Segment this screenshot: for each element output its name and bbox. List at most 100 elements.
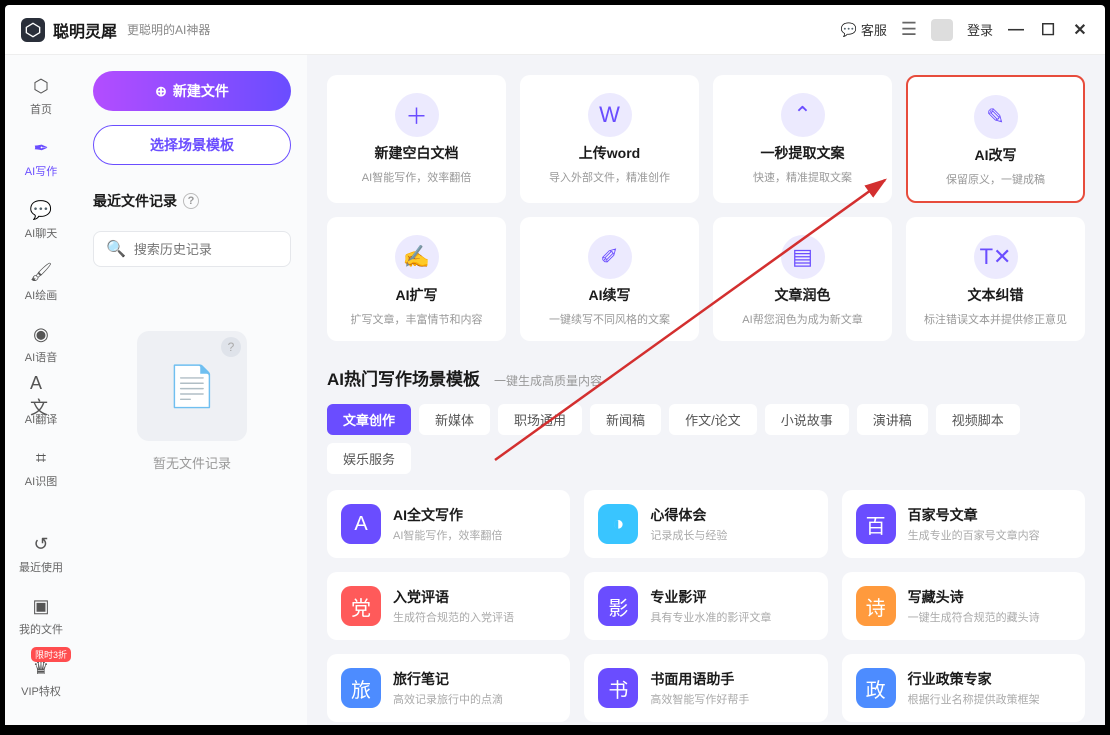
template-desc: 记录成长与经验 bbox=[650, 527, 727, 543]
tagline: 更聪明的AI神器 bbox=[127, 21, 210, 38]
tab-5[interactable]: 小说故事 bbox=[765, 404, 849, 435]
left-panel: ⊕新建文件 选择场景模板 最近文件记录? 🔍 📄? 暂无文件记录 bbox=[77, 55, 307, 725]
recent-title-text: 最近文件记录 bbox=[93, 191, 177, 211]
avatar[interactable] bbox=[931, 19, 953, 41]
sidebar-item-label: AI聊天 bbox=[25, 225, 57, 241]
tab-8[interactable]: 娱乐服务 bbox=[327, 443, 411, 474]
feature-card-2[interactable]: ⌃一秒提取文案快速，精准提取文案 bbox=[713, 75, 892, 203]
template-card-5[interactable]: 诗写藏头诗一键生成符合规范的藏头诗 bbox=[842, 572, 1085, 640]
template-card-6[interactable]: 旅旅行笔记高效记录旅行中的点滴 bbox=[327, 654, 570, 722]
sidebar-item-label: 我的文件 bbox=[19, 621, 63, 637]
sidebar-item-vip[interactable]: 限时3折♛VIP特权 bbox=[13, 653, 69, 703]
feature-title: 上传word bbox=[579, 143, 640, 163]
template-icon: 党 bbox=[341, 586, 381, 626]
template-card-4[interactable]: 影专业影评具有专业水准的影评文章 bbox=[584, 572, 827, 640]
search-input[interactable] bbox=[134, 242, 310, 257]
feature-card-3[interactable]: ✎AI改写保留原义，一键成稿 bbox=[906, 75, 1085, 203]
file-icon: ▣ bbox=[30, 595, 52, 617]
template-card-1[interactable]: ◑心得体会记录成长与经验 bbox=[584, 490, 827, 558]
sidebar-item-vision[interactable]: ⌗ AI识图 bbox=[13, 443, 69, 493]
maximize-button[interactable]: ☐ bbox=[1039, 21, 1057, 39]
chat-icon: 💬 bbox=[30, 199, 52, 221]
sidebar-item-label: AI写作 bbox=[25, 163, 57, 179]
template-title: 行业政策专家 bbox=[908, 669, 1040, 689]
feature-desc: 标注错误文本并提供修正意见 bbox=[924, 311, 1067, 327]
template-title: 书面用语助手 bbox=[650, 669, 749, 689]
login-link[interactable]: 登录 bbox=[967, 20, 993, 39]
feature-icon: ＋ bbox=[395, 93, 439, 137]
tab-2[interactable]: 职场通用 bbox=[498, 404, 582, 435]
feature-title: 文章润色 bbox=[775, 285, 831, 305]
tab-7[interactable]: 视频脚本 bbox=[936, 404, 1020, 435]
titlebar: 聪明灵犀 更聪明的AI神器 💬 客服 ☰ 登录 — ☐ ✕ bbox=[5, 5, 1105, 55]
tab-6[interactable]: 演讲稿 bbox=[857, 404, 928, 435]
empty-state: 📄? 暂无文件记录 bbox=[93, 331, 291, 472]
tab-1[interactable]: 新媒体 bbox=[419, 404, 490, 435]
chat-icon: 💬 bbox=[841, 22, 857, 38]
plus-icon: ⊕ bbox=[155, 83, 167, 100]
sidebar-item-writing[interactable]: ✒AI写作 bbox=[13, 133, 69, 183]
tab-3[interactable]: 新闻稿 bbox=[590, 404, 661, 435]
sidebar-item-label: AI翻译 bbox=[25, 411, 57, 427]
new-file-button[interactable]: ⊕新建文件 bbox=[93, 71, 291, 111]
logo-icon bbox=[21, 18, 45, 42]
hamburger-icon[interactable]: ☰ bbox=[901, 19, 917, 40]
template-icon: 百 bbox=[856, 504, 896, 544]
feature-card-5[interactable]: ✐AI续写一键续写不同风格的文案 bbox=[520, 217, 699, 341]
feature-card-7[interactable]: T✕ 文本纠错标注错误文本并提供修正意见 bbox=[906, 217, 1085, 341]
template-grid: AAI全文写作AI智能写作，效率翻倍◑心得体会记录成长与经验百百家号文章生成专业… bbox=[327, 490, 1085, 722]
template-desc: 高效智能写作好帮手 bbox=[650, 691, 749, 707]
sidebar-item-label: 首页 bbox=[30, 101, 52, 117]
feature-grid: ＋新建空白文档AI智能写作，效率翻倍W上传word导入外部文件，精准创作⌃一秒提… bbox=[327, 75, 1085, 341]
template-desc: 生成符合规范的入党评语 bbox=[393, 609, 514, 625]
brush-icon: 🖌 bbox=[30, 261, 52, 283]
close-button[interactable]: ✕ bbox=[1071, 21, 1089, 39]
sidebar-item-voice[interactable]: ◉AI语音 bbox=[13, 319, 69, 369]
sidebar-item-label: 最近使用 bbox=[19, 559, 63, 575]
template-card-2[interactable]: 百百家号文章生成专业的百家号文章内容 bbox=[842, 490, 1085, 558]
feature-title: 一秒提取文案 bbox=[761, 143, 845, 163]
template-subheading: 一键生成高质量内容 bbox=[494, 372, 602, 389]
template-card-8[interactable]: 政行业政策专家根据行业名称提供政策框架 bbox=[842, 654, 1085, 722]
sidebar-item-paint[interactable]: 🖌AI绘画 bbox=[13, 257, 69, 307]
search-box[interactable]: 🔍 bbox=[93, 231, 291, 267]
template-desc: 具有专业水准的影评文章 bbox=[650, 609, 771, 625]
feature-title: 新建空白文档 bbox=[375, 143, 459, 163]
tab-0[interactable]: 文章创作 bbox=[327, 404, 411, 435]
sidebar: ⬡首页 ✒AI写作 💬 AI聊天 🖌AI绘画 ◉AI语音 A文 AI翻译 ⌗ AI识图… bbox=[5, 55, 77, 725]
logo: 聪明灵犀 bbox=[21, 18, 117, 42]
tab-4[interactable]: 作文/论文 bbox=[669, 404, 757, 435]
help-icon[interactable]: ? bbox=[183, 193, 199, 209]
template-section-header: AI热门写作场景模板 一键生成高质量内容 bbox=[327, 365, 1085, 390]
feature-icon: T✕ bbox=[974, 235, 1018, 279]
template-card-3[interactable]: 党入党评语生成符合规范的入党评语 bbox=[327, 572, 570, 640]
feature-desc: 快速，精准提取文案 bbox=[753, 169, 852, 185]
feature-card-1[interactable]: W上传word导入外部文件，精准创作 bbox=[520, 75, 699, 203]
feature-card-6[interactable]: ▤文章润色AI帮您润色为成为新文章 bbox=[713, 217, 892, 341]
template-card-0[interactable]: AAI全文写作AI智能写作，效率翻倍 bbox=[327, 490, 570, 558]
translate-icon: A文 bbox=[30, 385, 52, 407]
discount-badge: 限时3折 bbox=[31, 647, 71, 662]
template-icon: 书 bbox=[598, 668, 638, 708]
feature-card-0[interactable]: ＋新建空白文档AI智能写作，效率翻倍 bbox=[327, 75, 506, 203]
scan-icon: ⌗ bbox=[30, 447, 52, 469]
sidebar-item-label: AI识图 bbox=[25, 473, 57, 489]
feature-icon: ✐ bbox=[588, 235, 632, 279]
feature-card-4[interactable]: ✍AI扩写扩写文章，丰富情节和内容 bbox=[327, 217, 506, 341]
sidebar-item-chat[interactable]: 💬 AI聊天 bbox=[13, 195, 69, 245]
feature-title: 文本纠错 bbox=[968, 285, 1024, 305]
recent-files-title: 最近文件记录? bbox=[93, 191, 291, 211]
template-card-7[interactable]: 书书面用语助手高效智能写作好帮手 bbox=[584, 654, 827, 722]
sidebar-item-files[interactable]: ▣ 我的文件 bbox=[13, 591, 69, 641]
feature-desc: 一键续写不同风格的文案 bbox=[549, 311, 670, 327]
template-title: 百家号文章 bbox=[908, 505, 1040, 525]
sidebar-item-home[interactable]: ⬡首页 bbox=[13, 71, 69, 121]
minimize-button[interactable]: — bbox=[1007, 21, 1025, 39]
sidebar-item-translate[interactable]: A文 AI翻译 bbox=[13, 381, 69, 431]
sidebar-item-recent[interactable]: ↺最近使用 bbox=[13, 529, 69, 579]
select-template-button[interactable]: 选择场景模板 bbox=[93, 125, 291, 165]
customer-service-link[interactable]: 💬 客服 bbox=[841, 20, 887, 39]
feature-title: AI扩写 bbox=[396, 285, 438, 305]
template-title: 入党评语 bbox=[393, 587, 514, 607]
template-heading: AI热门写作场景模板 bbox=[327, 365, 480, 390]
